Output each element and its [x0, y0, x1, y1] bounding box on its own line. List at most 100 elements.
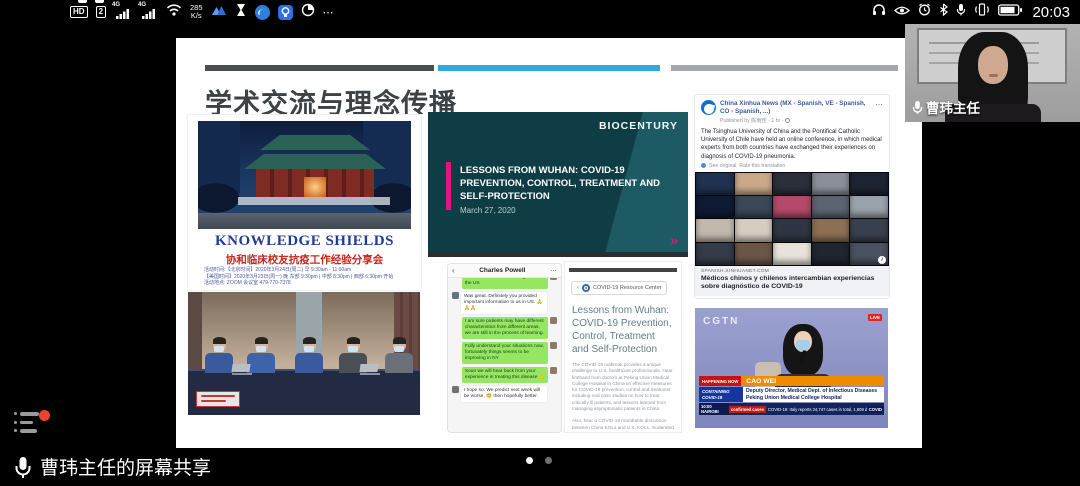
speaker-name-bar: CAO WEI: [741, 376, 884, 386]
chat-message: some information for colleagues in the U…: [452, 278, 557, 289]
photo-watermark-logo: [196, 391, 240, 407]
network-speed: 285 K/s: [190, 4, 203, 20]
covid-resource-center-page: ‹ COVID-19 Resource Center Lessons from …: [565, 262, 681, 432]
chat-bubble: Soon we will hear back from your experie…: [462, 367, 548, 383]
chat-message: Soon we will hear back from your experie…: [452, 367, 557, 383]
post-meta: Published by 陈雨佳 · 1 hr ·: [720, 117, 871, 124]
chat-avatar: [550, 367, 557, 374]
participant-tile: [696, 196, 734, 218]
chevron-right-icon: »: [670, 232, 678, 248]
chat-contact-name: Charles Powell: [455, 267, 550, 274]
biocentury-date: March 27, 2020: [460, 206, 516, 215]
poster-title: KNOWLEDGE SHIELDS: [188, 233, 421, 250]
see-original-link[interactable]: See original: [709, 163, 736, 169]
program-badge: CONTAINING COVID-19: [699, 387, 743, 402]
rate-translation-link[interactable]: Rate this translation: [739, 163, 785, 169]
participant-tile: [735, 243, 773, 265]
participant-tile: [735, 173, 773, 195]
clock-time: 20:03: [1032, 4, 1070, 21]
link-preview-footer[interactable]: SPANISH.XINHUANET.COM Médicos chinos y c…: [695, 266, 889, 296]
xinhua-logo-avatar[interactable]: [701, 100, 716, 115]
slide-accent-bar-gray: [671, 65, 898, 71]
resource-center-logo-icon: [582, 284, 590, 292]
post-author[interactable]: China Xinhua News (MX - Spanish, VE - Sp…: [720, 100, 871, 116]
participant-tile: [696, 219, 734, 241]
participant-tile: [812, 196, 850, 218]
bluetooth-icon: [939, 3, 948, 21]
post-actions: See original Rate this translation: [695, 163, 889, 172]
chat-avatar: [550, 278, 557, 280]
participant-tile: [735, 196, 773, 218]
annotation-tool-button[interactable]: [14, 412, 54, 448]
more-icon[interactable]: ⋯: [550, 267, 557, 275]
notification-dot: [39, 410, 50, 421]
mic-status-icon: [956, 3, 966, 21]
biocentury-accent-bar: [446, 162, 451, 210]
speaker-title-box: Deputy Director, Medical Dept. of Infect…: [743, 387, 884, 402]
battery-icon: [998, 3, 1022, 21]
participant-tile: [850, 196, 888, 218]
alarm-clock-icon: [918, 3, 931, 21]
chat-message: Fully understand your situations now, fo…: [452, 342, 557, 364]
vibrate-icon: [974, 3, 990, 21]
chat-message: I hope so. We predict next week will be …: [452, 386, 557, 402]
poster-details: 活动时间:【北京时间】2020年3月24日(周二) 早 9:30am - 11:…: [204, 267, 413, 287]
post-header: China Xinhua News (MX - Spanish, VE - Sp…: [695, 95, 889, 126]
chat-message-list: some information for colleagues in the U…: [448, 278, 561, 432]
translate-icon: [701, 163, 706, 168]
back-icon: ‹: [577, 285, 579, 291]
signal-bars-icon-1: 4G: [114, 4, 132, 20]
mic-icon: [14, 455, 32, 479]
news-ticker: confirmed cases COVID-19: Italy reports …: [729, 403, 884, 415]
cgtn-broadcast-frame: CGTN LIVE HAPPENING NOW CAO WEI CONTAINI…: [695, 308, 888, 428]
poster-subtitle: 协和临床校友抗疫工作经验分享会: [188, 252, 421, 267]
hd-badge: HD: [70, 6, 88, 18]
mic-icon: [912, 100, 923, 114]
participant-tile: [773, 219, 811, 241]
eye-icon: [894, 3, 910, 21]
live-badge: LIVE: [868, 314, 882, 321]
biocentury-slide: BIOCENTURY LESSONS FROM WUHAN: COVID-19 …: [428, 112, 688, 252]
info-icon[interactable]: i: [878, 256, 886, 264]
lower-third: HAPPENING NOW CAO WEI CONTAINING COVID-1…: [699, 375, 884, 415]
signal-bars-icon-2: 4G: [140, 4, 158, 20]
resource-paragraph-2: Also, hear a COVID-19 roundtable discuss…: [572, 418, 674, 432]
participant-video-thumbnail[interactable]: 曹玮主任: [905, 24, 1080, 122]
weather-app-icon: [211, 3, 227, 21]
biocentury-bottom-strip: [428, 252, 688, 257]
participant-tile: [773, 173, 811, 195]
wifi-icon: [166, 3, 182, 21]
participant-tile: [773, 243, 811, 265]
page-indicator-inactive: [545, 457, 552, 464]
link-source: SPANISH.XINHUANET.COM: [701, 269, 883, 274]
chat-message: Was great. Definitely you provided impor…: [452, 292, 557, 314]
participant-tile: [735, 219, 773, 241]
status-bar: HD 2 4G 4G 285 K/s ⋯: [0, 0, 1080, 24]
lightbulb-app-icon: [278, 5, 293, 20]
participant-tile: [812, 243, 850, 265]
screen-share-status: 曹玮主任的屏幕共享: [14, 453, 211, 480]
participant-tile: [812, 173, 850, 195]
chat-header: ‹ Charles Powell ⋯: [448, 264, 561, 278]
knowledge-shields-poster: KNOWLEDGE SHIELDS 协和临床校友抗疫工作经验分享会 活动时间:【…: [188, 115, 421, 290]
browser-app-icon: [255, 5, 270, 20]
sim2-badge: 2: [96, 6, 106, 18]
shared-screen-slide[interactable]: 学术交流与理念传播 KNOWLEDGE SHIELDS 协和临床校友抗疫工作经验…: [176, 38, 922, 448]
participant-tile: [812, 219, 850, 241]
pumc-building-photo: [198, 121, 411, 229]
biocentury-title: LESSONS FROM WUHAN: COVID-19 PREVENTION,…: [460, 164, 668, 203]
hourglass-icon: [235, 3, 247, 22]
page-indicator-active: [526, 457, 533, 464]
chat-bubble: some information for colleagues in the U…: [462, 278, 548, 289]
resource-paragraph-1: The COVID-19 outbreak provides a unique …: [572, 362, 674, 412]
slide-accent-bar-blue: [438, 65, 660, 71]
post-more-icon[interactable]: ⋯: [875, 100, 883, 124]
post-body: The Tsinghua University of China and the…: [695, 126, 889, 163]
resource-center-badge[interactable]: ‹ COVID-19 Resource Center: [571, 281, 667, 295]
headset-icon: [872, 3, 886, 21]
chat-message: I am sure patients may have different ch…: [452, 317, 557, 339]
conference-room-photo: [188, 292, 420, 415]
link-headline[interactable]: Médicos chinos y chilenos intercambian e…: [701, 275, 883, 292]
chat-bubble: I hope so. We predict next week will be …: [461, 386, 547, 402]
participant-name-label: 曹玮主任: [912, 97, 980, 117]
